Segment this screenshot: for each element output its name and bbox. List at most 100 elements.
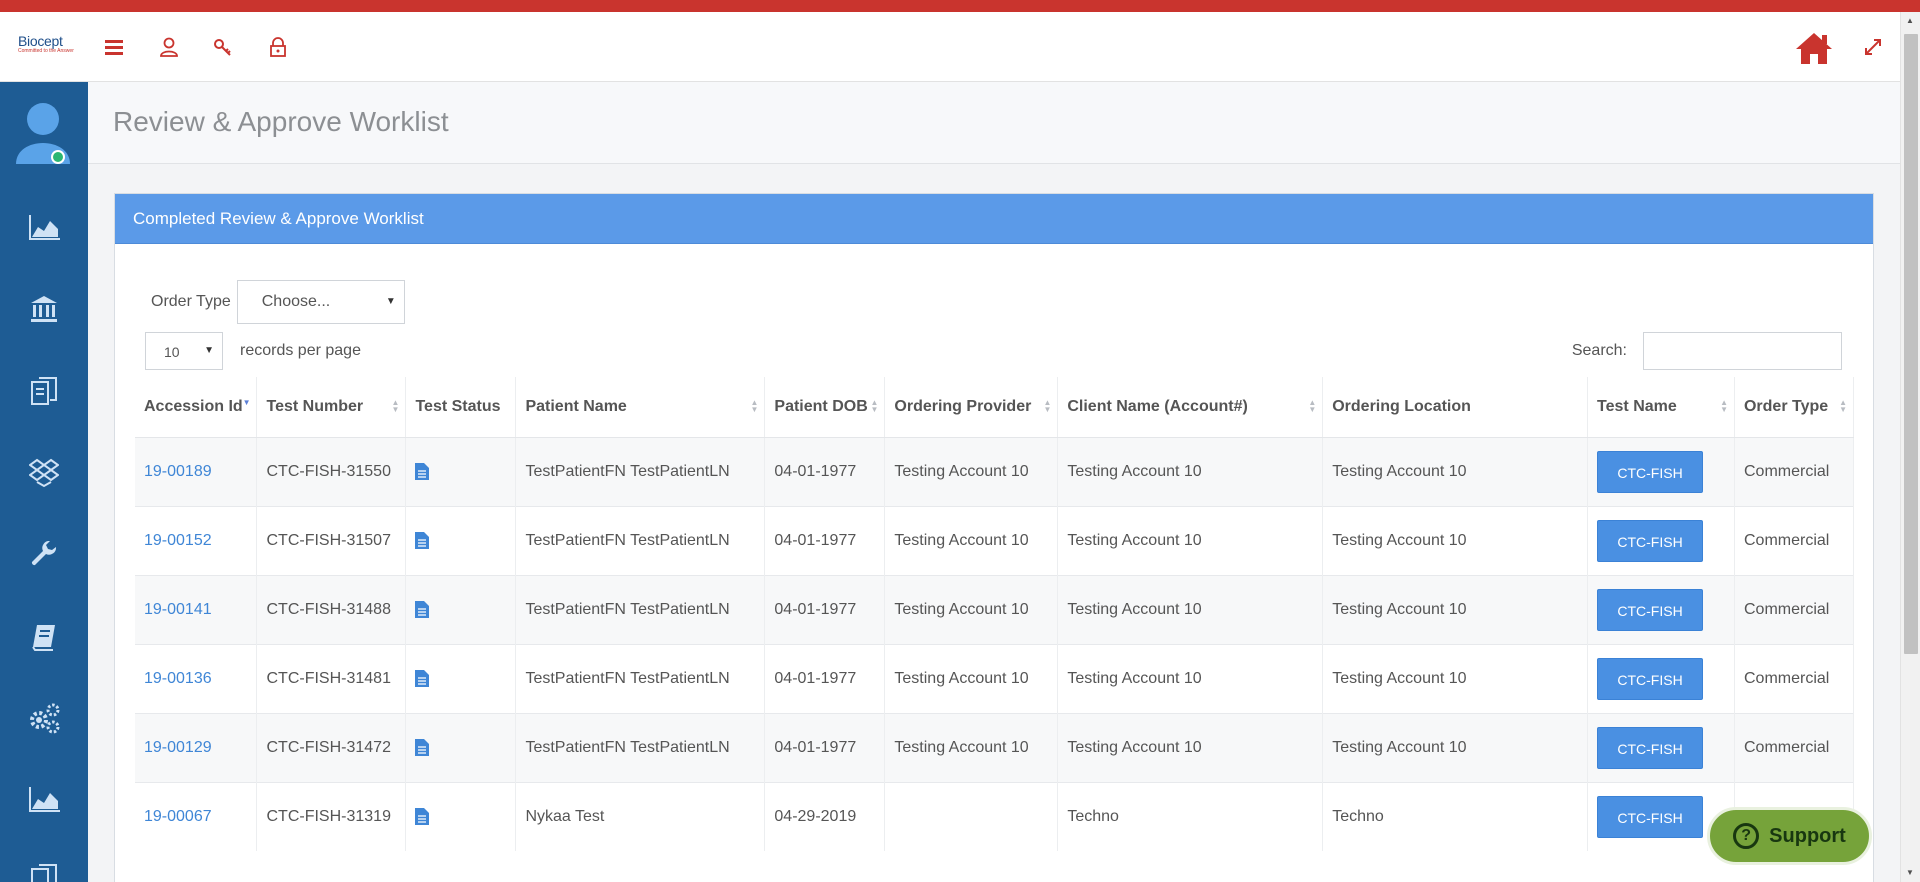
sort-icon: ▲ ▼ — [870, 398, 879, 414]
ordering-location-cell: Techno — [1322, 781, 1589, 851]
order-type-filter: Order Type Choose... ▼ — [151, 280, 405, 324]
order-type-label: Order Type — [151, 293, 231, 310]
lock-icon[interactable] — [263, 32, 293, 62]
accession-link[interactable]: 19-00152 — [144, 532, 212, 549]
page-header: Review & Approve Worklist — [88, 82, 1900, 164]
dashboard-chart-icon[interactable] — [18, 202, 70, 254]
test-name-button[interactable]: CTC-FISH — [1597, 726, 1704, 769]
test-name-button[interactable]: CTC-FISH — [1597, 450, 1704, 493]
worklist-table: Accession Id ▼ Test Number ▲ ▼ Test Status … — [135, 377, 1855, 851]
accession-link[interactable]: 19-00141 — [144, 601, 212, 618]
table-row: 19-00067 CTC-FISH-31319 Nykaa Test 04-29… — [135, 781, 1855, 851]
patient-name-cell: Nykaa Test — [515, 781, 766, 851]
client-name-cell: Testing Account 10 — [1057, 436, 1324, 506]
page-length-label: records per page — [240, 342, 361, 359]
table-row: 19-00141 CTC-FISH-31488 TestPatientFN Te… — [135, 574, 1855, 644]
dropbox-icon[interactable] — [18, 447, 70, 499]
help-question-icon: ? — [1733, 823, 1760, 849]
client-name-cell: Testing Account 10 — [1057, 643, 1324, 713]
document-icon[interactable] — [415, 462, 430, 480]
patient-dob-cell: 04-01-1977 — [764, 643, 886, 713]
biocept-logo[interactable]: Biocept Committed to the Answer — [18, 34, 74, 60]
menu-icon[interactable] — [99, 32, 129, 62]
column-header-client-name[interactable]: Client Name (Account#) ▲ ▼ — [1057, 377, 1324, 438]
ordering-provider-cell: Testing Account 10 — [884, 643, 1059, 713]
copy-icon[interactable] — [18, 852, 70, 882]
test-name-button[interactable]: CTC-FISH — [1597, 588, 1704, 631]
document-icon[interactable] — [415, 600, 430, 618]
search-input[interactable] — [1643, 332, 1842, 370]
column-header-ordering-location: Ordering Location — [1322, 377, 1589, 438]
page-scrollbar[interactable]: ▲ ▼ — [1900, 12, 1920, 882]
key-icon[interactable] — [208, 32, 238, 62]
test-name-button[interactable]: CTC-FISH — [1597, 519, 1704, 562]
column-header-patient-name[interactable]: Patient Name ▲ ▼ — [515, 377, 766, 438]
table-search: Search: — [1572, 332, 1842, 370]
patient-dob-cell: 04-29-2019 — [764, 781, 886, 851]
order-type-cell: Commercial — [1734, 643, 1855, 713]
page-title: Review & Approve Worklist — [113, 106, 449, 137]
sort-icon: ▲ ▼ — [391, 398, 400, 414]
sidebar — [0, 82, 88, 882]
document-icon[interactable] — [415, 669, 430, 687]
patient-name-cell: TestPatientFN TestPatientLN — [515, 712, 766, 782]
test-number-cell: CTC-FISH-31319 — [256, 781, 407, 851]
bank-icon[interactable] — [18, 283, 70, 335]
column-header-order-type[interactable]: Order Type ▲ ▼ — [1734, 377, 1855, 438]
wrench-icon[interactable] — [18, 529, 70, 581]
main-content: Review & Approve Worklist Completed Revi… — [88, 82, 1900, 882]
accession-link[interactable]: 19-00136 — [144, 670, 212, 687]
column-header-accession-id[interactable]: Accession Id ▼ — [135, 377, 258, 438]
logo-text: Biocept — [18, 33, 63, 49]
support-button[interactable]: ? Support — [1707, 807, 1872, 865]
expand-icon[interactable] — [1858, 32, 1888, 62]
scroll-down-icon[interactable]: ▼ — [1906, 868, 1914, 877]
page-length-select[interactable]: 10 ▼ — [145, 332, 223, 370]
client-name-cell: Testing Account 10 — [1057, 574, 1324, 644]
documents-icon[interactable] — [18, 365, 70, 417]
column-header-patient-dob[interactable]: Patient DOB ▲ ▼ — [764, 377, 886, 438]
patient-dob-cell: 04-01-1977 — [764, 574, 886, 644]
order-type-cell: Commercial — [1734, 505, 1855, 575]
logo-tagline: Committed to the Answer — [18, 48, 74, 54]
order-type-value: Choose... — [261, 293, 331, 310]
document-icon[interactable] — [415, 531, 430, 549]
sort-icon: ▲ ▼ — [1308, 398, 1317, 414]
home-icon[interactable] — [1792, 26, 1836, 70]
ordering-location-cell: Testing Account 10 — [1322, 505, 1589, 575]
test-number-cell: CTC-FISH-31488 — [256, 574, 407, 644]
column-header-test-status: Test Status — [405, 377, 517, 438]
settings-gears-icon[interactable] — [18, 692, 70, 744]
accession-link[interactable]: 19-00067 — [144, 808, 212, 825]
sort-desc-icon: ▼ — [242, 398, 251, 407]
book-icon[interactable] — [18, 611, 70, 663]
order-type-cell: Commercial — [1734, 574, 1855, 644]
test-number-cell: CTC-FISH-31481 — [256, 643, 407, 713]
sort-icon: ▲ ▼ — [1720, 398, 1728, 414]
test-number-cell: CTC-FISH-31550 — [256, 436, 407, 506]
reports-chart-icon[interactable] — [18, 774, 70, 826]
scrollbar-thumb[interactable] — [1904, 34, 1918, 654]
order-type-select[interactable]: Choose... ▼ — [236, 280, 405, 324]
document-icon[interactable] — [415, 738, 430, 756]
scroll-up-icon[interactable]: ▲ — [1906, 16, 1914, 25]
client-name-cell: Testing Account 10 — [1057, 712, 1324, 782]
user-avatar[interactable] — [12, 100, 74, 170]
sort-icon: ▲ ▼ — [750, 398, 759, 414]
support-label: Support — [1769, 824, 1846, 847]
ordering-provider-cell: Testing Account 10 — [884, 505, 1059, 575]
accession-link[interactable]: 19-00189 — [144, 463, 212, 480]
column-header-test-name[interactable]: Test Name ▲ ▼ — [1587, 377, 1735, 438]
ordering-provider-cell — [884, 781, 1059, 851]
client-name-cell: Testing Account 10 — [1057, 505, 1324, 575]
ordering-location-cell: Testing Account 10 — [1322, 712, 1589, 782]
accession-link[interactable]: 19-00129 — [144, 739, 212, 756]
column-header-ordering-provider[interactable]: Ordering Provider ▲ ▼ — [884, 377, 1059, 438]
test-name-button[interactable]: CTC-FISH — [1597, 795, 1704, 838]
user-icon[interactable] — [154, 32, 184, 62]
ordering-location-cell: Testing Account 10 — [1322, 574, 1589, 644]
test-name-button[interactable]: CTC-FISH — [1597, 657, 1704, 700]
ordering-location-cell: Testing Account 10 — [1322, 643, 1589, 713]
column-header-test-number[interactable]: Test Number ▲ ▼ — [256, 377, 407, 438]
document-icon[interactable] — [415, 808, 430, 826]
